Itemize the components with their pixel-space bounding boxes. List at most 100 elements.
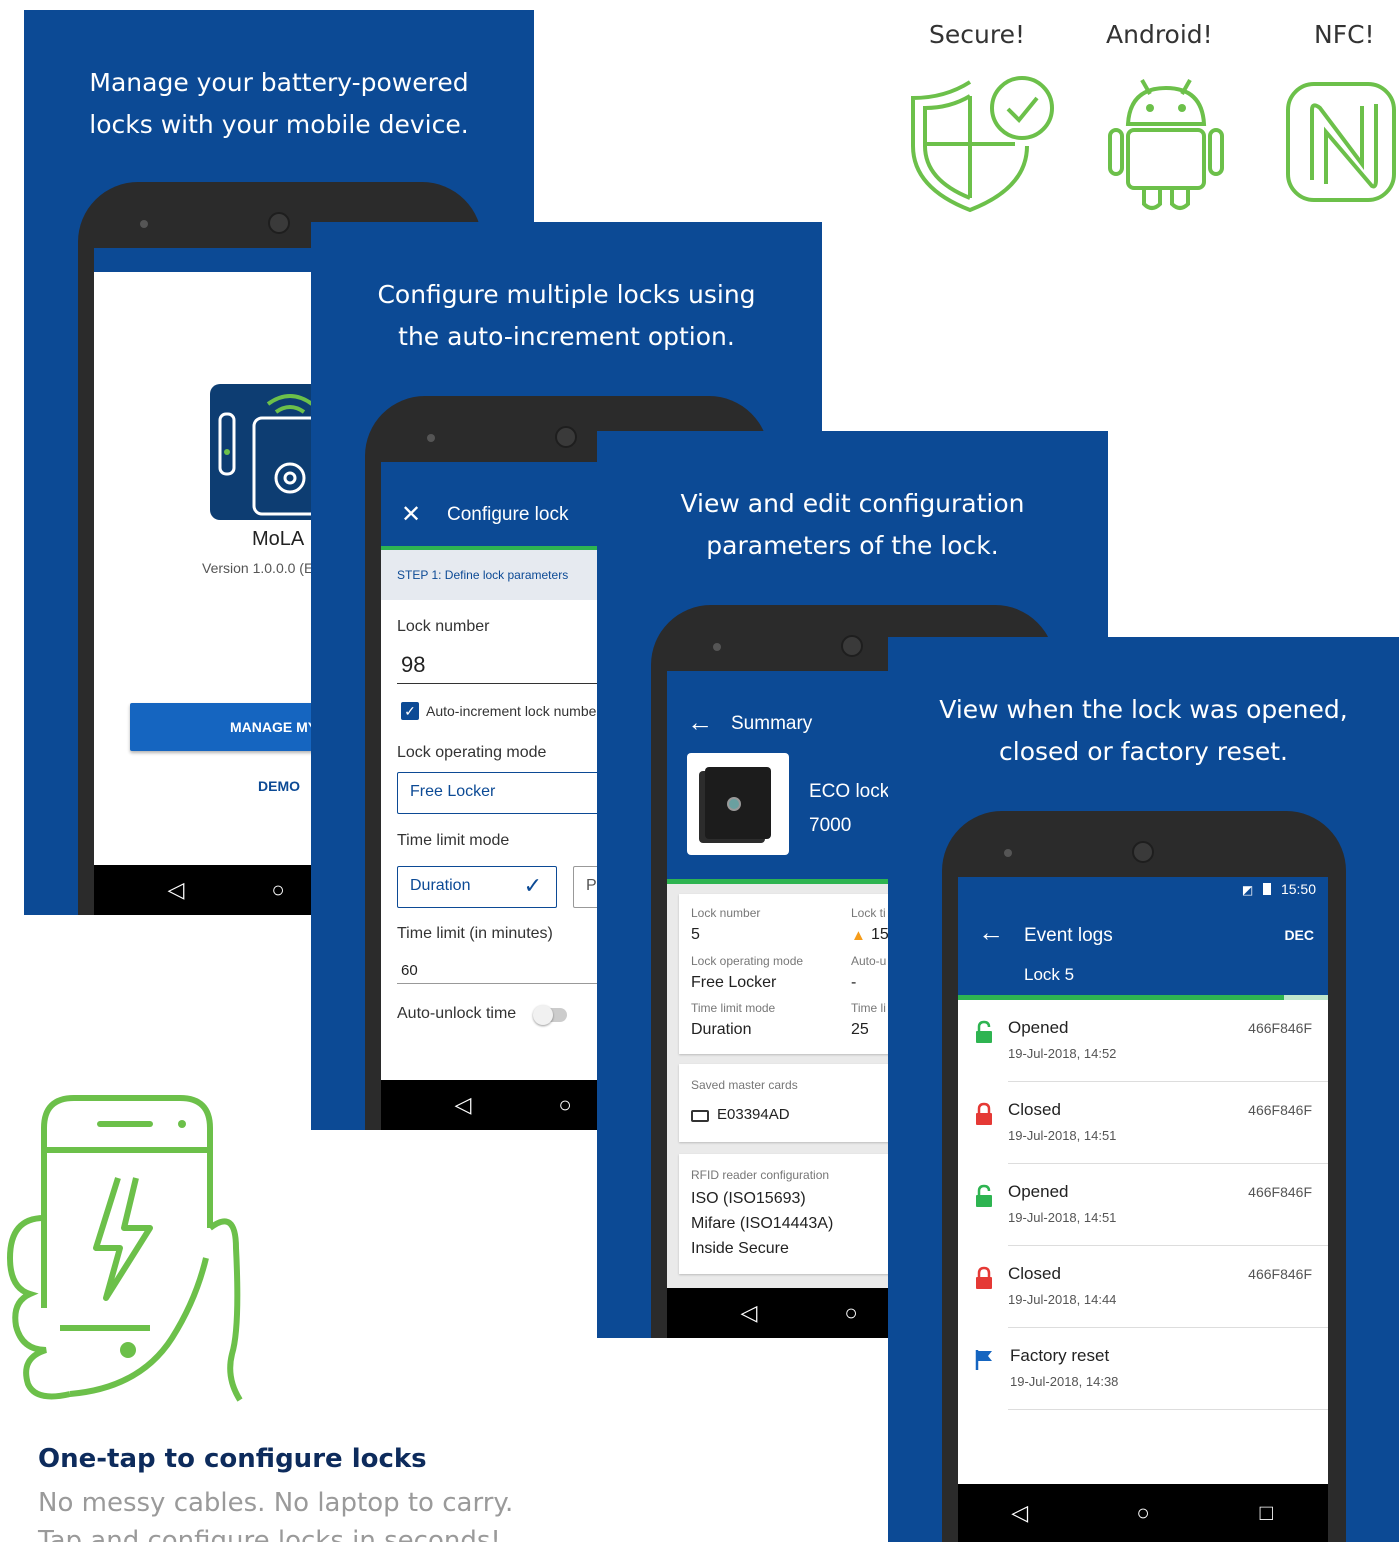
lock-knob (727, 797, 741, 811)
operating-mode-value: Free Locker (691, 974, 777, 991)
lock-time-label: Lock ti (851, 906, 886, 920)
card1-headline-line1: Manage your battery-powered (89, 68, 469, 97)
card1-headline-line2: locks with your mobile device. (89, 110, 469, 139)
lock-number-label: Lock number (691, 906, 761, 920)
event-logs-app-bar: ← Event logs Lock 5 DEC (958, 903, 1328, 995)
back-nav-icon[interactable]: ◁ (156, 870, 196, 910)
dec-action-button[interactable]: DEC (1284, 927, 1314, 943)
card3-headline: View and edit configuration parameters o… (597, 483, 1108, 567)
event-row[interactable]: Opened 19-Jul-2018, 14:52 466F846F (958, 1000, 1328, 1082)
event-date: 19-Jul-2018, 14:52 (1008, 1046, 1117, 1061)
recents-nav-icon[interactable]: □ (1246, 1493, 1286, 1533)
bottom-text-line1: No messy cables. No laptop to carry. (38, 1488, 514, 1518)
home-nav-icon[interactable]: ○ (545, 1085, 585, 1125)
screen-title: Configure lock (447, 504, 569, 525)
card3-headline-line1: View and edit configuration (680, 489, 1025, 518)
phone-speaker (1132, 841, 1154, 863)
auto-unlock-label: Auto-unlock time (397, 1005, 517, 1022)
auto-unlock-label: Auto-u (851, 954, 887, 968)
event-title: Opened (1008, 1018, 1069, 1037)
feature-nfc-label: NFC! (1314, 20, 1375, 49)
bottom-title: One-tap to configure locks (38, 1444, 427, 1474)
event-card-id: 466F846F (1248, 1266, 1312, 1282)
phone-speaker (841, 635, 863, 657)
lock-time-value: 15 (871, 926, 889, 943)
auto-unlock-value: - (851, 974, 857, 991)
time-limit-value: 25 (851, 1021, 869, 1038)
event-card-id: 466F846F (1248, 1102, 1312, 1118)
back-nav-icon[interactable]: ◁ (1000, 1493, 1040, 1533)
rfid-label: RFID reader configuration (691, 1168, 830, 1182)
event-date: 19-Jul-2018, 14:38 (1010, 1374, 1119, 1389)
phone4-screen: ◩ 15:50 ← Event logs Lock 5 DEC Opened 1… (958, 877, 1328, 1542)
lock-number-label: Lock number (397, 618, 490, 635)
status-bar: ◩ 15:50 (958, 877, 1328, 903)
close-icon[interactable]: ✕ (401, 500, 421, 529)
home-nav-icon[interactable]: ○ (831, 1293, 871, 1333)
toggle-knob (533, 1005, 553, 1025)
event-date: 19-Jul-2018, 14:51 (1008, 1210, 1117, 1225)
unlock-icon (976, 1020, 992, 1043)
home-nav-icon[interactable]: ○ (258, 870, 298, 910)
card-reader-icon (691, 1110, 709, 1122)
home-nav-icon[interactable]: ○ (1123, 1493, 1163, 1533)
nfc-icon (1286, 82, 1396, 202)
demo-button[interactable]: DEMO (258, 778, 300, 794)
time-limit-label: Time limit (in minutes) (397, 925, 553, 942)
back-arrow-icon[interactable]: ← (687, 707, 713, 738)
feature-android-label: Android! (1106, 20, 1213, 49)
back-arrow-icon[interactable]: ← (978, 917, 1004, 948)
auto-increment-checkbox[interactable]: ✓ (401, 702, 419, 720)
master-card-value: E03394AD (717, 1106, 790, 1123)
lock-device-shape (705, 767, 771, 839)
time-limit-mode-duration-option[interactable]: Duration ✓ (397, 866, 557, 908)
promo-card-event-logs: View when the lock was opened, closed or… (888, 637, 1399, 1542)
time-limit-mode-value: Duration (691, 1021, 752, 1038)
no-sim-icon: ◩ (1241, 883, 1254, 897)
unlock-icon (976, 1184, 992, 1207)
event-date: 19-Jul-2018, 14:44 (1008, 1292, 1117, 1307)
time-limit-mode-label: Time limit mode (397, 832, 510, 849)
phone-camera (427, 434, 435, 442)
screen-subtitle: Lock 5 (1024, 965, 1075, 984)
event-row[interactable]: Closed 19-Jul-2018, 14:44 466F846F (958, 1246, 1328, 1328)
phone-camera (1004, 849, 1012, 857)
event-row[interactable]: Opened 19-Jul-2018, 14:51 466F846F (958, 1164, 1328, 1246)
shield-check-icon (911, 76, 1054, 213)
event-title: Closed (1008, 1264, 1061, 1283)
operating-mode-value: Free Locker (410, 783, 496, 800)
flag-icon (975, 1350, 992, 1370)
time-limit-label: Time li (851, 1001, 886, 1015)
event-list: Opened 19-Jul-2018, 14:52 466F846F Close… (958, 1000, 1328, 1484)
back-nav-icon[interactable]: ◁ (729, 1293, 769, 1333)
time-limit-mode-other-label: P (586, 877, 597, 894)
card4-headline: View when the lock was opened, closed or… (888, 689, 1399, 773)
lock-icon (976, 1102, 992, 1125)
phone-speaker (555, 426, 577, 448)
app-version: Version 1.0.0.0 (E (202, 560, 314, 576)
auto-unlock-toggle[interactable] (533, 1005, 567, 1025)
card2-headline: Configure multiple locks using the auto-… (311, 274, 822, 358)
warning-icon: ▲ (851, 927, 866, 944)
screen-title: Summary (731, 713, 813, 734)
time-limit-value: 60 (401, 962, 418, 979)
card2-headline-line2: the auto-increment option. (398, 322, 735, 351)
event-card-id: 466F846F (1248, 1184, 1312, 1200)
android-navbar: ◁ ○ □ (958, 1484, 1328, 1542)
divider (1008, 1409, 1328, 1410)
lock-number-value: 98 (401, 652, 426, 677)
hand-phone-charge-icon (6, 1095, 243, 1402)
feature-secure: Secure! (905, 20, 1055, 220)
event-row[interactable]: Factory reset 19-Jul-2018, 14:38 (958, 1328, 1328, 1410)
lock-number-value: 5 (691, 926, 700, 943)
screen-title: Event logs (1024, 925, 1113, 946)
operating-mode-label: Lock operating mode (691, 954, 804, 968)
phone-camera (713, 643, 721, 651)
battery-icon (1263, 883, 1272, 895)
auto-increment-label: Auto-increment lock numbe (426, 703, 597, 719)
lock-product-image (687, 753, 789, 855)
feature-secure-label: Secure! (929, 20, 1025, 49)
feature-android: Android! (1100, 20, 1230, 220)
back-nav-icon[interactable]: ◁ (443, 1085, 483, 1125)
event-row[interactable]: Closed 19-Jul-2018, 14:51 466F846F (958, 1082, 1328, 1164)
